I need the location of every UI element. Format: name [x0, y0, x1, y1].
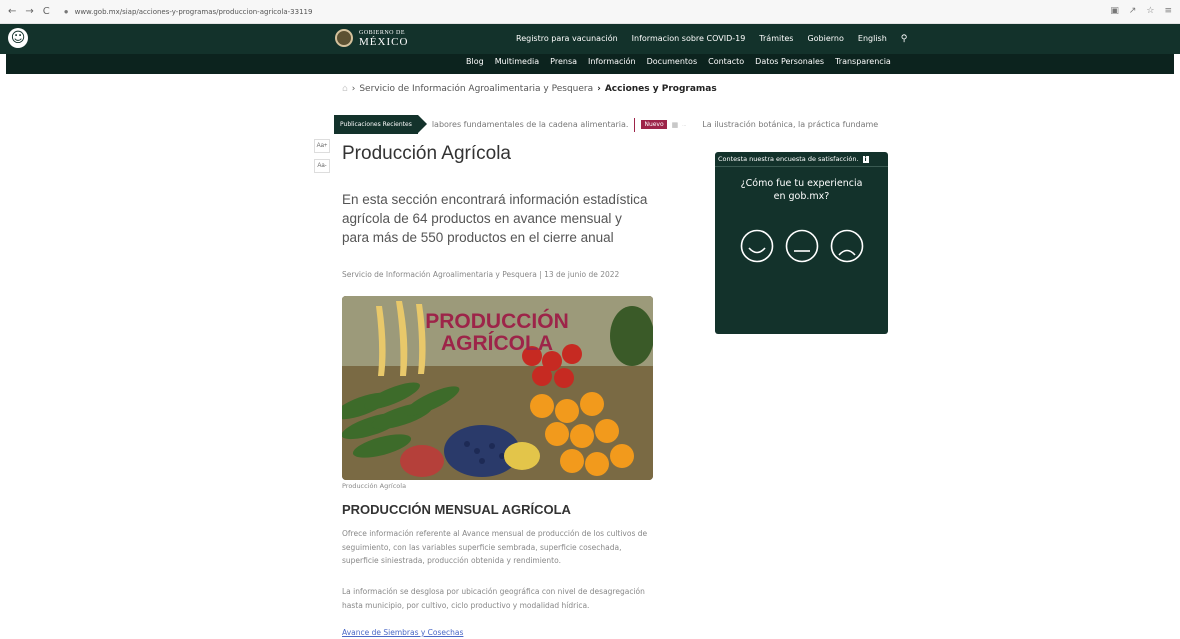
back-arrow-icon[interactable]: ←: [8, 6, 16, 17]
reload-icon[interactable]: C: [43, 6, 50, 17]
browser-actions: ▣ ↗ ☆ ≡: [1110, 6, 1172, 16]
sad-face-icon[interactable]: [830, 229, 864, 263]
subnav-contacto[interactable]: Contacto: [708, 57, 744, 66]
new-badge: Nuevo: [641, 120, 667, 129]
survey-header-text: Contesta nuestra encuesta de satisfacció…: [718, 155, 859, 163]
share-icon[interactable]: ↗: [1129, 6, 1137, 16]
search-icon[interactable]: ⚲: [901, 34, 908, 44]
browser-nav: ← → C: [8, 6, 50, 17]
forward-arrow-icon[interactable]: →: [25, 6, 33, 17]
neutral-face-icon[interactable]: [785, 229, 819, 263]
subnav-transparencia[interactable]: Transparencia: [835, 57, 891, 66]
hero-image: PRODUCCIÓN AGRÍCOLA: [342, 296, 653, 480]
subnav-documentos[interactable]: Documentos: [647, 57, 698, 66]
main-nav: Registro para vacunación Informacion sob…: [516, 34, 907, 44]
gob-mx-logo[interactable]: GOBIERNO DE MÉXICO: [335, 29, 409, 48]
avance-siembras-link[interactable]: Avance de Siembras y Cosechas: [342, 628, 463, 637]
browser-toolbar: ← → C ● www.gob.mx/siap/acciones-y-progr…: [0, 0, 1180, 24]
nav-english[interactable]: English: [858, 34, 887, 44]
font-decrease-button[interactable]: Aa-: [314, 159, 330, 173]
nav-gobierno[interactable]: Gobierno: [807, 34, 843, 44]
nav-tramites[interactable]: Trámites: [759, 34, 793, 44]
ticker-date: …: [682, 122, 687, 127]
breadcrumb-parent[interactable]: Servicio de Información Agroalimentaria …: [359, 84, 593, 94]
sub-nav: Blog Multimedia Prensa Información Docum…: [466, 57, 891, 66]
info-icon[interactable]: i: [862, 155, 869, 163]
breadcrumb: ⌂ › Servicio de Información Agroalimenta…: [342, 84, 717, 94]
page-title: Producción Agrícola: [342, 143, 511, 164]
survey-header: Contesta nuestra encuesta de satisfacció…: [715, 152, 888, 167]
calendar-icon: ▦: [671, 120, 679, 129]
address-bar[interactable]: www.gob.mx/siap/acciones-y-programas/pro…: [75, 8, 313, 16]
subnav-datos-personales[interactable]: Datos Personales: [755, 57, 824, 66]
image-caption: Producción Agrícola: [342, 482, 407, 490]
produce-illustration: PRODUCCIÓN AGRÍCOLA: [342, 296, 653, 480]
subnav-multimedia[interactable]: Multimedia: [495, 57, 539, 66]
logo-big-text: MÉXICO: [359, 36, 409, 48]
breadcrumb-current: Acciones y Programas: [604, 84, 717, 94]
section-title: PRODUCCIÓN MENSUAL AGRÍCOLA: [342, 502, 571, 517]
breadcrumb-separator: ›: [597, 84, 601, 94]
article-meta: Servicio de Información Agroalimentaria …: [342, 270, 620, 279]
image-title-line-1: PRODUCCIÓN: [425, 309, 569, 333]
lock-icon[interactable]: ●: [64, 7, 69, 16]
breadcrumb-separator: ›: [351, 84, 356, 94]
survey-options: [715, 229, 888, 263]
menu-icon[interactable]: ≡: [1164, 6, 1172, 16]
font-increase-button[interactable]: Aa+: [314, 139, 330, 153]
subnav-blog[interactable]: Blog: [466, 57, 484, 66]
translate-icon[interactable]: ▣: [1110, 6, 1119, 16]
happy-face-icon[interactable]: [740, 229, 774, 263]
satisfaction-survey: Contesta nuestra encuesta de satisfacció…: [715, 152, 888, 334]
accessibility-icon[interactable]: ☺: [8, 28, 28, 48]
home-icon[interactable]: ⌂: [342, 84, 348, 94]
seal-icon: [335, 29, 353, 47]
subnav-informacion[interactable]: Información: [588, 57, 636, 66]
survey-question: ¿Cómo fue tu experiencia en gob.mx?: [740, 178, 863, 202]
nav-vacunacion[interactable]: Registro para vacunación: [516, 34, 618, 44]
section-paragraph: Ofrece información referente al Avance m…: [342, 529, 648, 565]
ticker-label: Publicaciones Recientes: [334, 115, 427, 134]
ticker-item[interactable]: La ilustración botánica, la práctica fun…: [702, 120, 878, 129]
nav-covid[interactable]: Informacion sobre COVID-19: [632, 34, 746, 44]
image-title-line-2: AGRÍCOLA: [441, 332, 553, 355]
subnav-prensa[interactable]: Prensa: [550, 57, 577, 66]
article-intro: En esta sección encontrará información e…: [342, 192, 648, 245]
section-paragraph: La información se desglosa por ubicación…: [342, 587, 645, 610]
recent-publications-ticker: Publicaciones Recientes labores fundamen…: [334, 115, 894, 134]
star-icon[interactable]: ☆: [1146, 6, 1154, 16]
ticker-divider: [634, 117, 636, 132]
ticker-item[interactable]: labores fundamentales de la cadena alime…: [432, 120, 629, 129]
